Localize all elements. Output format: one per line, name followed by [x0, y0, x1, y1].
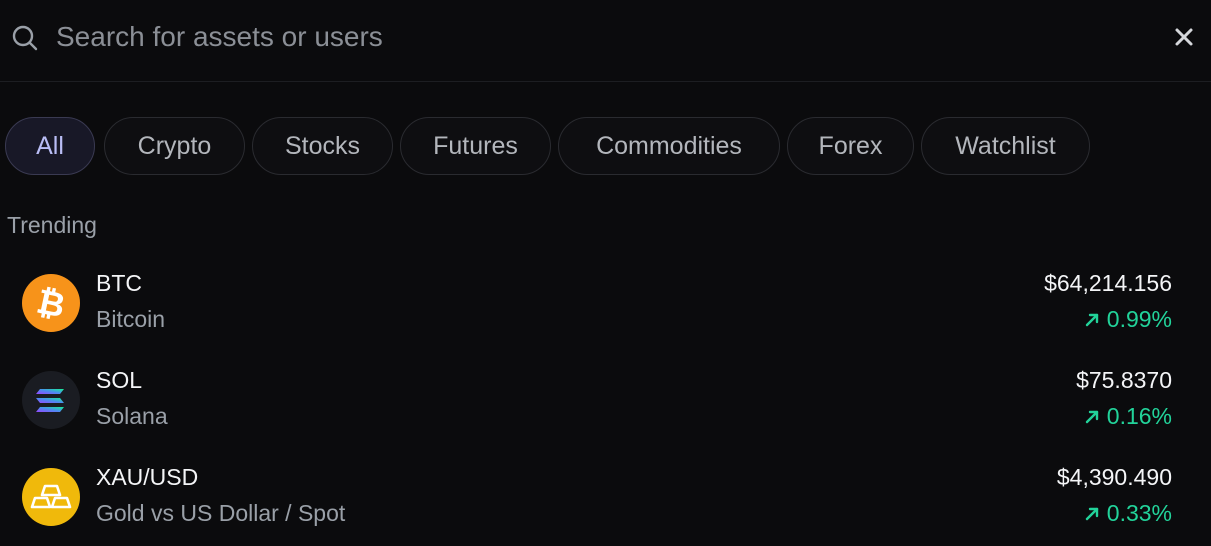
solana-icon	[22, 371, 80, 429]
tab-crypto[interactable]: Crypto	[104, 117, 245, 175]
asset-price: $4,390.490	[1056, 464, 1172, 490]
asset-change-value: 0.16%	[1106, 403, 1172, 429]
asset-name: Solana	[96, 403, 168, 429]
asset-symbol: XAU/USD	[96, 464, 199, 490]
gold-bars-icon	[22, 468, 80, 526]
search-bar	[0, 0, 1211, 82]
asset-change-value: 0.33%	[1106, 500, 1172, 526]
asset-row-xauusd[interactable]: XAU/USD Gold vs US Dollar / Spot $4,390.…	[0, 454, 1211, 546]
tab-futures[interactable]: Futures	[400, 117, 551, 175]
asset-price: $64,214.156	[1044, 270, 1172, 296]
asset-name: Gold vs US Dollar / Spot	[96, 500, 346, 526]
close-icon[interactable]	[1170, 23, 1198, 51]
arrow-up-right-icon	[1085, 410, 1098, 423]
asset-price: $75.8370	[1076, 367, 1172, 393]
tab-stocks[interactable]: Stocks	[252, 117, 393, 175]
asset-row-sol[interactable]: SOL Solana $75.8370 0.16%	[0, 357, 1211, 449]
tab-all[interactable]: All	[5, 117, 95, 175]
asset-symbol: SOL	[96, 367, 143, 393]
asset-change: 0.33%	[1083, 500, 1172, 527]
tab-commodities[interactable]: Commodities	[558, 117, 780, 175]
section-title-trending: Trending	[7, 212, 97, 238]
asset-symbol: BTC	[96, 270, 142, 296]
tab-forex[interactable]: Forex	[787, 117, 914, 175]
tab-watchlist[interactable]: Watchlist	[921, 117, 1090, 175]
arrow-up-right-icon	[1085, 507, 1098, 520]
asset-change: 0.16%	[1083, 403, 1172, 430]
bitcoin-icon: ₿	[22, 274, 80, 332]
search-input[interactable]	[56, 18, 1136, 56]
search-icon	[12, 25, 38, 51]
asset-change-value: 0.99%	[1106, 306, 1172, 332]
asset-change: 0.99%	[1083, 306, 1172, 333]
asset-row-btc[interactable]: ₿ BTC Bitcoin $64,214.156 0.99%	[0, 260, 1211, 352]
asset-name: Bitcoin	[96, 306, 166, 332]
arrow-up-right-icon	[1085, 313, 1098, 326]
